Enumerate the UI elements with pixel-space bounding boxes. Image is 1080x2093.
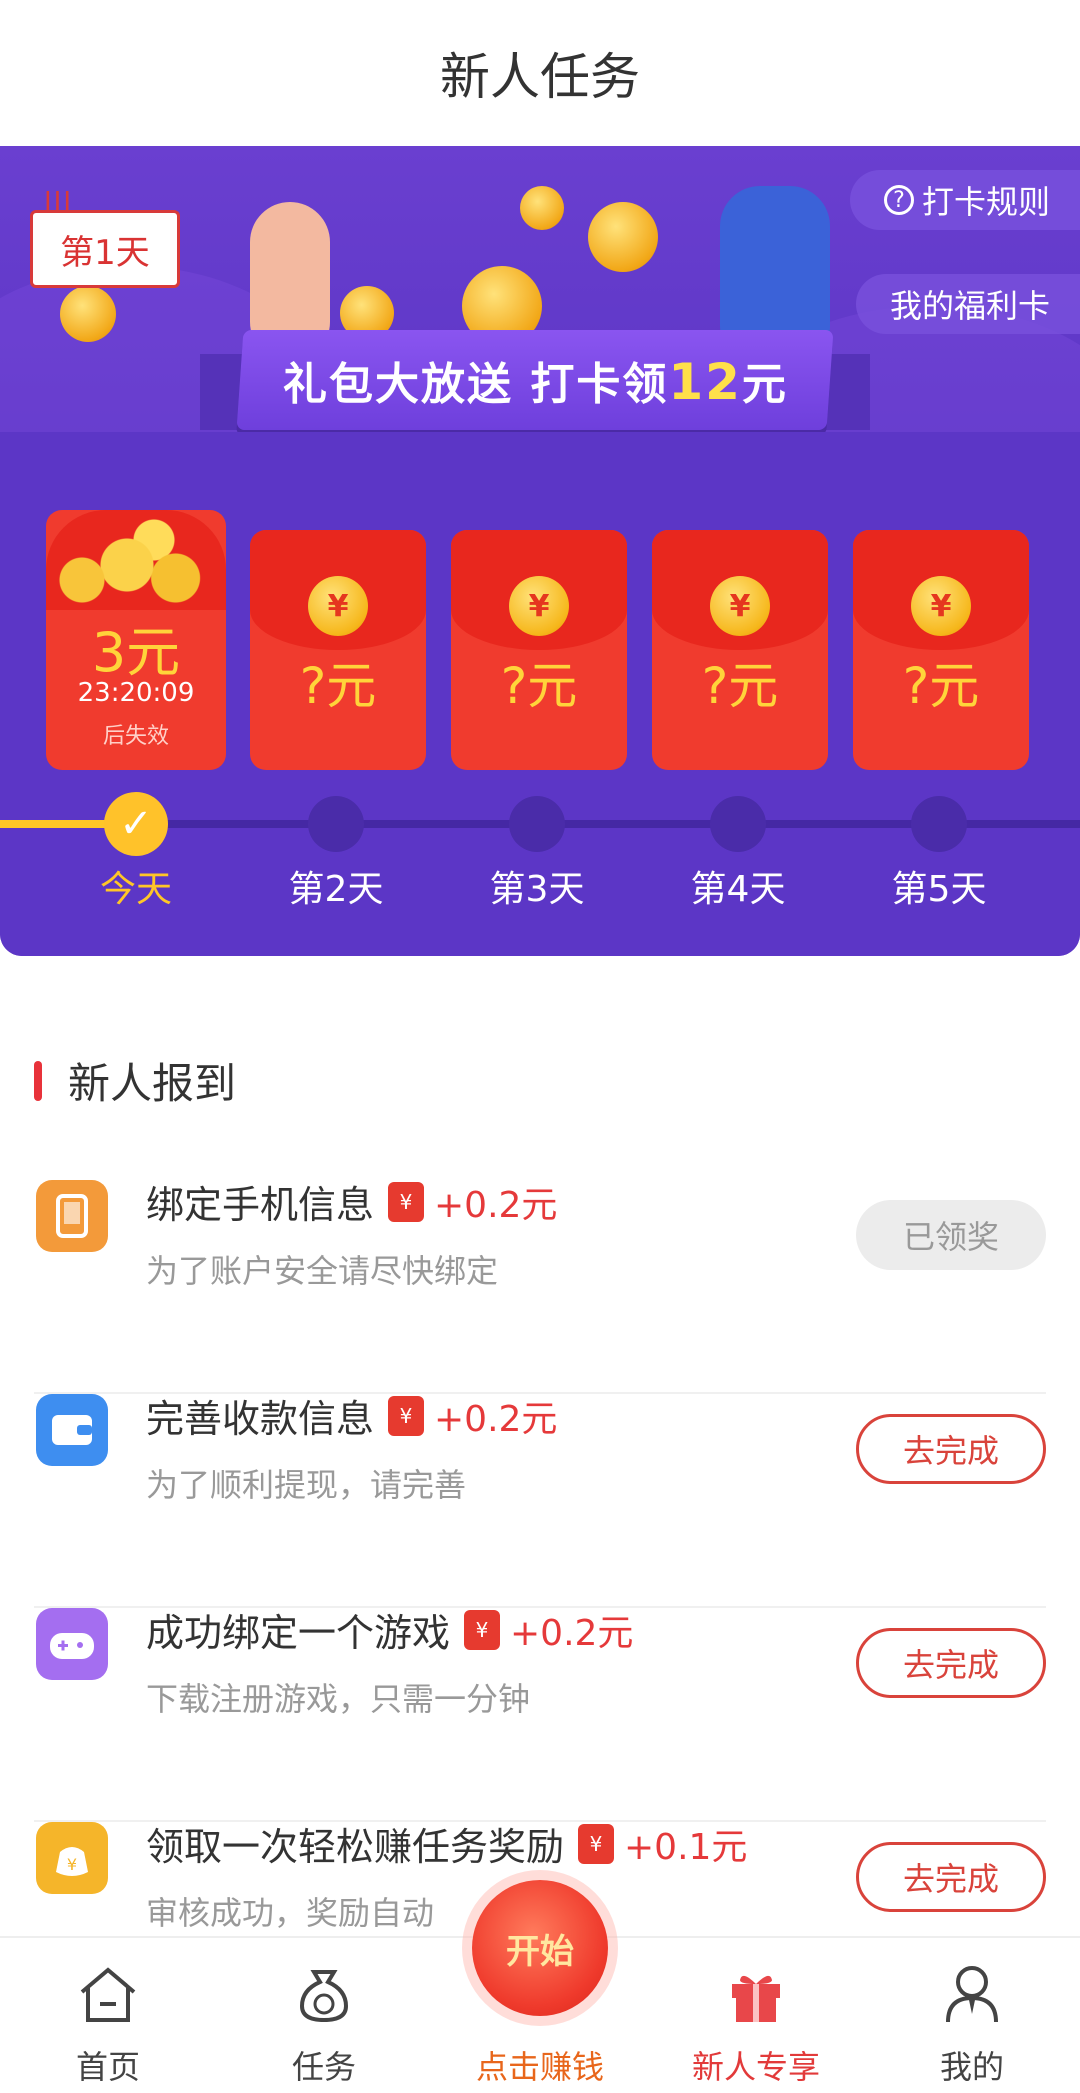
phone-icon: [36, 1180, 108, 1252]
task-title: 完善收款信息 ¥ +0.2元: [146, 1388, 557, 1443]
gift-icon: [720, 1958, 792, 2030]
day-badge-label: 第1天: [60, 232, 150, 273]
svg-text:¥: ¥: [67, 1855, 77, 1874]
day-label: 第3天: [489, 869, 585, 910]
tab-home[interactable]: 首页: [0, 1938, 216, 2093]
day-label: 第4天: [690, 869, 786, 910]
envelope-amount: ?元: [701, 657, 779, 715]
task-title-text: 绑定手机信息: [146, 1183, 375, 1227]
ribbon-unit: 元: [741, 359, 788, 410]
day-node: [509, 796, 565, 852]
ribbon-text: 礼包大放送 打卡领: [282, 359, 668, 410]
day-badge: ꟾꟾꟾ 第1天: [30, 192, 185, 292]
question-icon: ?: [883, 185, 914, 215]
home-icon: [72, 1958, 144, 2030]
checkmark-icon: ✓: [104, 792, 168, 856]
tab-mine[interactable]: 我的: [864, 1938, 1080, 2093]
task-reward: +0.2元: [510, 1612, 634, 1654]
header: 新人任务: [0, 0, 1080, 146]
countdown-timer: 23:20:09: [77, 678, 195, 708]
coin-decoration: [60, 286, 116, 342]
reward-claimed-button[interactable]: 已领奖: [856, 1200, 1046, 1270]
day-label: 第5天: [891, 869, 987, 910]
task-reward: +0.2元: [434, 1398, 558, 1440]
task-title-text: 成功绑定一个游戏: [146, 1611, 451, 1655]
ribbon-amount: 12: [667, 353, 742, 411]
calendar-icon: 第1天: [30, 210, 180, 288]
task-title-text: 完善收款信息: [146, 1397, 375, 1441]
tab-label: 新人专享: [691, 2048, 820, 2086]
day-label: 第2天: [288, 869, 384, 910]
envelope-day-3[interactable]: ¥ ?元: [451, 530, 627, 770]
section-title: 新人报到: [68, 1059, 237, 1108]
tab-tasks[interactable]: 任务: [216, 1938, 432, 2093]
promo-ribbon: 礼包大放送 打卡领12元: [236, 330, 834, 430]
user-icon: [936, 1958, 1008, 2030]
coin-decoration: [588, 202, 658, 272]
expire-label: 后失效: [102, 724, 169, 749]
day-node: [911, 796, 967, 852]
page-title: 新人任务: [440, 48, 640, 106]
coin-decoration: [520, 186, 564, 230]
day-label-today: 今天: [99, 869, 172, 910]
red-envelope-icon: ¥: [578, 1823, 615, 1864]
yuan-coin-icon: ¥: [308, 576, 368, 636]
envelope-day-4[interactable]: ¥ ?元: [652, 530, 828, 770]
tab-label: 首页: [75, 2048, 140, 2086]
start-label: 开始: [506, 1931, 574, 1972]
yuan-coin-icon: ¥: [710, 576, 770, 636]
task-subtitle: 下载注册游戏，只需一分钟: [146, 1680, 531, 1718]
money-bag-icon: [288, 1958, 360, 2030]
envelope-amount: ?元: [299, 657, 377, 715]
task-reward: +0.1元: [624, 1826, 748, 1868]
envelope-day-2[interactable]: ¥ ?元: [250, 530, 426, 770]
go-complete-button[interactable]: 去完成: [856, 1414, 1046, 1484]
task-title-text: 领取一次轻松赚任务奖励: [146, 1825, 565, 1869]
task-title: 成功绑定一个游戏 ¥ +0.2元: [146, 1602, 633, 1657]
envelope-amount: ?元: [500, 657, 578, 715]
yuan-coin-icon: ¥: [911, 576, 971, 636]
yuan-coin-icon: ¥: [509, 576, 569, 636]
envelope-amount: ?元: [902, 657, 980, 715]
gamepad-icon: [36, 1608, 108, 1680]
section-marker: [34, 1060, 42, 1101]
start-button[interactable]: 开始: [472, 1880, 608, 2016]
section-header: 新人报到: [34, 1050, 236, 1111]
tab-label: 我的: [939, 2048, 1004, 2086]
go-complete-button[interactable]: 去完成: [856, 1628, 1046, 1698]
task-row: 成功绑定一个游戏 ¥ +0.2元 下载注册游戏，只需一分钟 去完成: [0, 1608, 1080, 1822]
task-reward: +0.2元: [434, 1184, 558, 1226]
day-node: [308, 796, 364, 852]
red-envelope-icon: ¥: [388, 1181, 425, 1222]
envelope-today[interactable]: 3元 23:20:09 后失效: [46, 510, 226, 770]
wallet-icon: [36, 1394, 108, 1466]
welfare-card-label: 我的福利卡: [889, 287, 1050, 325]
envelope-amount: 3元: [91, 621, 181, 684]
go-complete-button[interactable]: 去完成: [856, 1842, 1046, 1912]
red-envelope-icon: ¥: [388, 1395, 425, 1436]
tab-newcomer[interactable]: 新人专享: [648, 1938, 864, 2093]
checkin-rules-label: 打卡规则: [921, 183, 1050, 221]
money-bag-icon: ¥: [36, 1822, 108, 1894]
task-title: 领取一次轻松赚任务奖励 ¥ +0.1元: [146, 1816, 747, 1871]
task-subtitle: 为了账户安全请尽快绑定: [146, 1252, 499, 1290]
envelope-day-5[interactable]: ¥ ?元: [853, 530, 1029, 770]
task-subtitle: 审核成功，奖励自动: [146, 1894, 435, 1932]
day-node: [710, 796, 766, 852]
task-subtitle: 为了顺利提现，请完善: [146, 1466, 467, 1504]
welfare-card-button[interactable]: 我的福利卡: [855, 274, 1080, 334]
coins-icon: [46, 510, 226, 610]
tab-label: 任务: [291, 2048, 356, 2086]
task-row: 完善收款信息 ¥ +0.2元 为了顺利提现，请完善 去完成: [0, 1394, 1080, 1608]
tab-label: 点击赚钱: [475, 2048, 604, 2086]
task-row: 绑定手机信息 ¥ +0.2元 为了账户安全请尽快绑定 已领奖: [0, 1180, 1080, 1394]
checkin-rules-button[interactable]: ? 打卡规则: [849, 170, 1080, 230]
red-envelope-icon: ¥: [464, 1609, 501, 1650]
task-title: 绑定手机信息 ¥ +0.2元: [146, 1174, 557, 1229]
